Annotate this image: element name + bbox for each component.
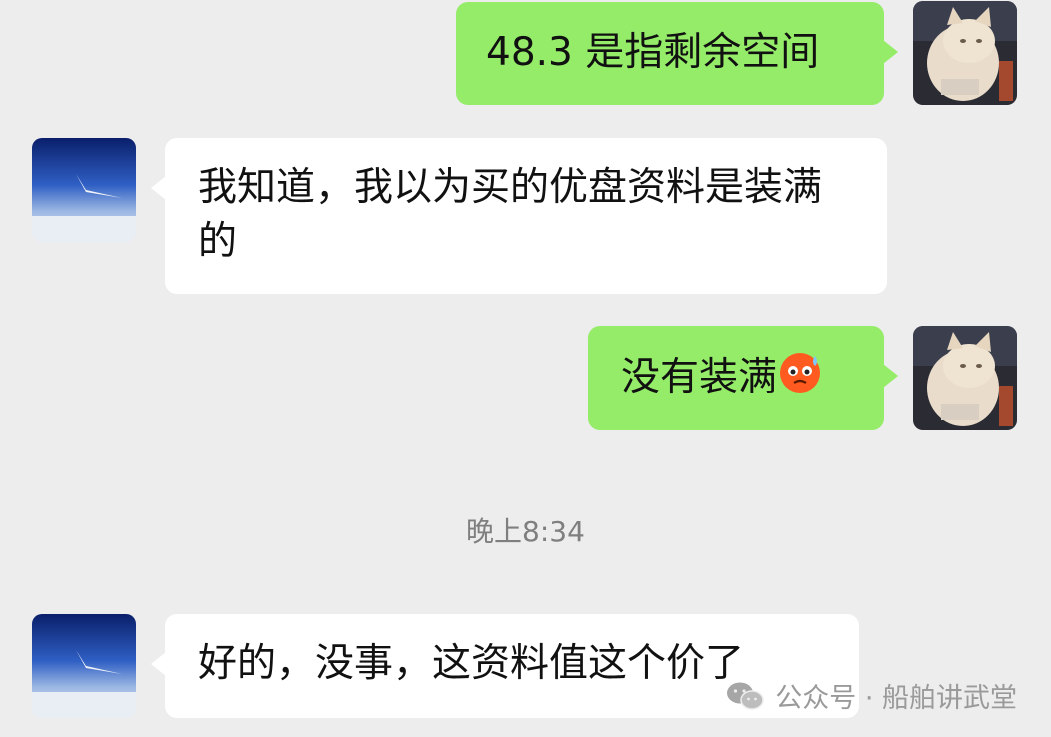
wechat-icon [727, 682, 764, 710]
sweat-face-emoji-icon [780, 353, 821, 393]
message-text: 没有装满 [621, 355, 778, 400]
contact-avatar[interactable] [32, 138, 136, 242]
sky-airplane-avatar-icon [32, 614, 136, 718]
message-bubble-outgoing[interactable]: 没有装满 [588, 326, 898, 430]
watermark-label: 公众号 · 船舶讲武堂 [775, 683, 1017, 714]
message-text: 好的，没事，这资料值这个价了 [198, 641, 745, 686]
message-text: 我知道，我以为买的优盘资料是装满的 [198, 165, 823, 264]
watermark: 公众号 · 船舶讲武堂 [725, 676, 1017, 715]
cat-avatar-icon [913, 1, 1017, 105]
cat-avatar-icon [913, 326, 1017, 430]
message-bubble-outgoing[interactable]: 48.3 是指剩余空间 [456, 2, 898, 105]
message-timestamp: 晚上8:34 [466, 515, 585, 548]
contact-avatar[interactable] [32, 614, 136, 718]
message-text: 48.3 是指剩余空间 [486, 30, 820, 75]
self-avatar[interactable] [913, 326, 1017, 430]
sky-airplane-avatar-icon [32, 138, 136, 242]
message-bubble-incoming[interactable]: 我知道，我以为买的优盘资料是装满的 [151, 138, 887, 294]
self-avatar[interactable] [913, 1, 1017, 105]
